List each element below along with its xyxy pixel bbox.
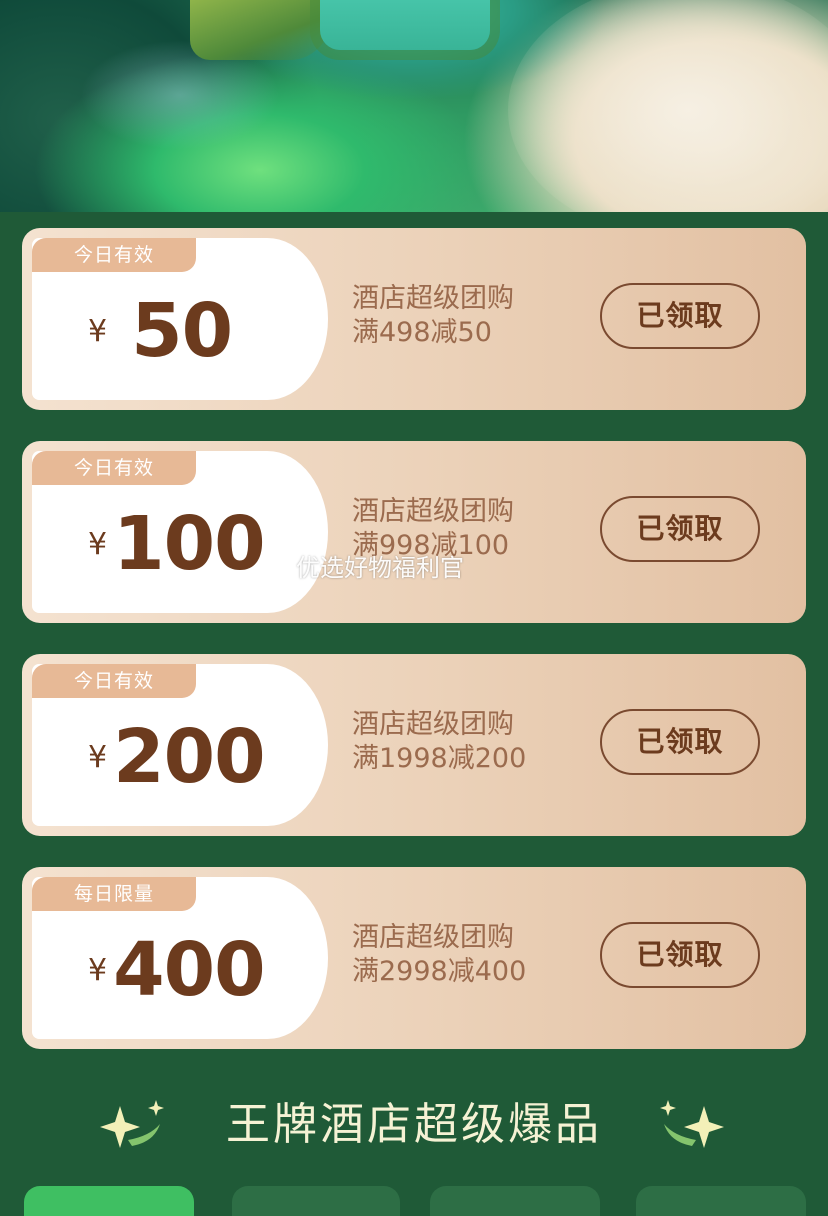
currency-symbol: ¥ — [88, 739, 108, 775]
currency-symbol: ¥ — [88, 313, 108, 349]
currency-symbol: ¥ — [88, 952, 108, 988]
coupon-title: 酒店超级团购 — [352, 709, 514, 740]
tab-1[interactable] — [24, 1186, 194, 1216]
coupon-amount-value: 400 — [113, 927, 265, 1013]
claimed-button[interactable]: 已领取 — [600, 709, 760, 775]
coupon-amount-value: 200 — [113, 714, 265, 800]
coupon-description: 酒店超级团购 满2998减400 — [352, 921, 526, 989]
claimed-button[interactable]: 已领取 — [600, 283, 760, 349]
coupon-tag: 今日有效 — [32, 238, 196, 272]
hero-lake — [320, 0, 490, 50]
coupon-card: 今日有效 ¥ 50 酒店超级团购 满498减50 已领取 — [22, 228, 806, 410]
coupon-tag: 每日限量 — [32, 877, 196, 911]
hero-mist — [508, 0, 828, 212]
coupon-amount-value: 50 — [131, 288, 233, 374]
claimed-button[interactable]: 已领取 — [600, 496, 760, 562]
coupon-rule: 满498减50 — [352, 317, 492, 348]
hero-ridge — [190, 0, 330, 60]
coupon-title: 酒店超级团购 — [352, 496, 514, 527]
coupon-tag: 今日有效 — [32, 451, 196, 485]
coupon-amount: ¥ 400 — [88, 915, 266, 1025]
coupon-description: 酒店超级团购 满498减50 — [352, 282, 514, 350]
coupon-description: 酒店超级团购 满1998减200 — [352, 708, 526, 776]
sparkle-icon — [660, 1100, 724, 1148]
tab-2[interactable] — [232, 1186, 400, 1216]
bottom-tab-strip — [0, 1186, 828, 1216]
tab-4[interactable] — [636, 1186, 806, 1216]
tab-3[interactable] — [430, 1186, 600, 1216]
claimed-button[interactable]: 已领取 — [600, 922, 760, 988]
hero-banner — [0, 0, 828, 212]
coupon-rule: 满1998减200 — [352, 743, 527, 774]
currency-symbol: ¥ — [88, 526, 108, 562]
coupon-amount: ¥ 100 — [88, 489, 266, 599]
coupon-card: 今日有效 ¥ 100 酒店超级团购 满998减100 已领取 — [22, 441, 806, 623]
coupon-title: 酒店超级团购 — [352, 922, 514, 953]
coupon-amount: ¥ 200 — [88, 702, 266, 812]
coupon-title: 酒店超级团购 — [352, 283, 514, 314]
coupon-amount: ¥ 50 — [88, 276, 233, 386]
coupon-amount-value: 100 — [113, 501, 265, 587]
watermark-text: 优选好物福利官 — [296, 554, 464, 582]
coupon-card: 每日限量 ¥ 400 酒店超级团购 满2998减400 已领取 — [22, 867, 806, 1049]
coupon-rule: 满2998减400 — [352, 956, 527, 987]
coupon-card: 今日有效 ¥ 200 酒店超级团购 满1998减200 已领取 — [22, 654, 806, 836]
coupon-tag: 今日有效 — [32, 664, 196, 698]
